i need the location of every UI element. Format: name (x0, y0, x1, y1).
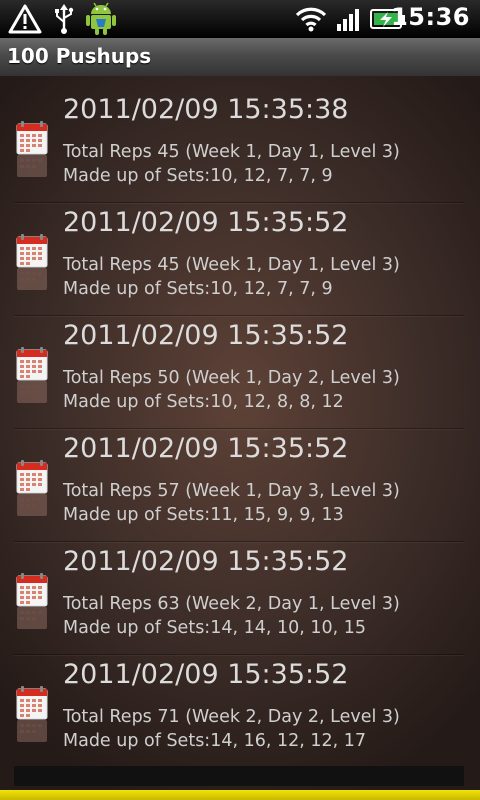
entry-total-reps: Total Reps 50 (Week 1, Day 2, Level 3) (63, 368, 400, 388)
entry-date: 2011/02/09 15:35:52 (63, 659, 349, 690)
entry-total-reps: Total Reps 45 (Week 1, Day 1, Level 3) (63, 142, 400, 162)
entry-sets: Made up of Sets:14, 16, 12, 12, 17 (63, 731, 367, 751)
entry-total-reps: Total Reps 57 (Week 1, Day 3, Level 3) (63, 481, 400, 501)
android-debug-icon (86, 2, 116, 35)
calendar-icon (16, 686, 48, 742)
app-title-bar: 100 Pushups (0, 38, 480, 77)
calendar-icon (16, 573, 48, 629)
usb-icon (55, 4, 74, 34)
entry-date: 2011/02/09 15:35:52 (63, 546, 349, 577)
warning-icon (8, 4, 42, 34)
status-clock: 15:36 (391, 3, 470, 31)
entry-sets: Made up of Sets:11, 15, 9, 9, 13 (63, 505, 344, 525)
list-item[interactable]: 2011/02/09 15:35:52 Total Reps 45 (Week … (14, 203, 464, 316)
calendar-icon (16, 347, 48, 403)
wifi-icon (295, 7, 327, 32)
entry-date: 2011/02/09 15:35:52 (63, 207, 349, 238)
signal-icon (337, 9, 359, 31)
entry-sets: Made up of Sets:14, 14, 10, 10, 15 (63, 618, 367, 638)
history-list-area[interactable]: 2011/02/09 15:35:38 Total Reps 45 (Week … (0, 76, 480, 790)
calendar-icon (16, 460, 48, 516)
calendar-icon (16, 234, 48, 290)
bottom-accent-strip (0, 790, 480, 800)
list-item[interactable]: 2011/02/09 15:35:52 Total Reps 50 (Week … (14, 316, 464, 429)
list-item[interactable]: 2011/02/09 15:35:52 Total Reps 71 (Week … (14, 655, 464, 767)
list-item[interactable]: 2011/02/09 15:35:52 Total Reps 57 (Week … (14, 429, 464, 542)
app-title: 100 Pushups (7, 44, 152, 68)
list-item[interactable]: 2011/02/09 15:35:52 Total Reps 63 (Week … (14, 542, 464, 655)
workout-history-list[interactable]: 2011/02/09 15:35:38 Total Reps 45 (Week … (14, 90, 464, 767)
entry-sets: Made up of Sets:10, 12, 7, 7, 9 (63, 166, 333, 186)
entry-date: 2011/02/09 15:35:38 (63, 94, 349, 125)
list-item[interactable]: 2011/02/09 15:35:38 Total Reps 45 (Week … (14, 90, 464, 203)
entry-sets: Made up of Sets:10, 12, 8, 8, 12 (63, 392, 344, 412)
calendar-icon (16, 121, 48, 177)
entry-date: 2011/02/09 15:35:52 (63, 320, 349, 351)
entry-total-reps: Total Reps 71 (Week 2, Day 2, Level 3) (63, 707, 400, 727)
entry-date: 2011/02/09 15:35:52 (63, 433, 349, 464)
list-bottom-edge (14, 766, 464, 786)
entry-total-reps: Total Reps 63 (Week 2, Day 1, Level 3) (63, 594, 400, 614)
status-bar: 15:36 (0, 0, 480, 38)
entry-total-reps: Total Reps 45 (Week 1, Day 1, Level 3) (63, 255, 400, 275)
entry-sets: Made up of Sets:10, 12, 7, 7, 9 (63, 279, 333, 299)
